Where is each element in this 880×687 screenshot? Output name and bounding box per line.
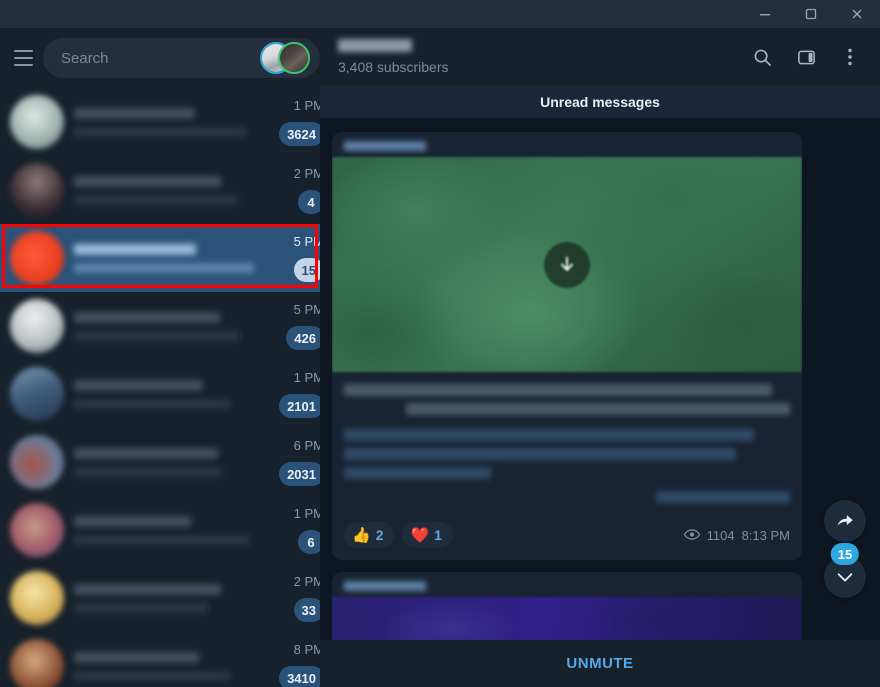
unread-badge: 3410 — [279, 666, 320, 687]
search-box[interactable] — [43, 38, 320, 78]
avatar — [10, 163, 64, 217]
avatar — [10, 95, 64, 149]
message-author — [332, 132, 802, 157]
avatar — [10, 639, 64, 687]
unread-badge: 6 — [298, 530, 320, 554]
story-avatar-2[interactable] — [278, 42, 310, 74]
avatar — [10, 231, 64, 285]
reaction-count: 1 — [434, 527, 442, 543]
chat-time: 6 PM — [293, 438, 320, 453]
chat-time: 1 PM — [293, 98, 320, 113]
unread-messages-divider: Unread messages — [320, 86, 880, 118]
chat-time: 5 PM — [293, 302, 320, 317]
toggle-panel-icon[interactable] — [786, 37, 826, 77]
message-footer: 👍 2 ❤️ 1 1104 8:13 PM — [332, 516, 802, 560]
message-author — [332, 572, 802, 597]
chat-list-item[interactable]: 5 PM 426 — [0, 292, 320, 360]
reaction-heart[interactable]: ❤️ 1 — [402, 522, 453, 548]
unread-badge: 4 — [298, 190, 320, 214]
chat-time: 2 PM — [293, 166, 320, 181]
chat-list-item-selected[interactable]: 5 PM 15 — [0, 224, 320, 292]
chat-time: 8 PM — [293, 642, 320, 657]
chat-list-item[interactable]: 2 PM 33 — [0, 564, 320, 632]
hamburger-menu-icon[interactable] — [14, 41, 33, 75]
avatar — [10, 299, 64, 353]
message-meta: 1104 8:13 PM — [683, 527, 790, 543]
forward-button[interactable] — [824, 500, 866, 542]
chat-list-item[interactable]: 1 PM 2101 — [0, 360, 320, 428]
message-photo[interactable] — [332, 597, 802, 640]
message-time: 8:13 PM — [741, 527, 790, 543]
stories-avatars[interactable] — [260, 41, 314, 75]
message-list[interactable]: 👍 2 ❤️ 1 1104 8:13 PM 15 — [320, 118, 880, 640]
chat-time: 1 PM — [293, 506, 320, 521]
message-bubble[interactable]: 👍 2 ❤️ 1 1104 8:13 PM — [332, 132, 802, 560]
close-button[interactable] — [834, 0, 880, 28]
chat-header: 3,408 subscribers — [320, 28, 880, 86]
chat-list-item[interactable]: 1 PM 6 — [0, 496, 320, 564]
title-bar — [0, 0, 880, 28]
maximize-button[interactable] — [788, 0, 834, 28]
unread-badge: 2031 — [279, 462, 320, 486]
main-body: 1 PM 3624 2 PM 4 — [0, 28, 880, 687]
eye-icon — [683, 528, 700, 543]
message-bubble[interactable] — [332, 572, 802, 640]
message-text — [332, 372, 802, 516]
message-photo[interactable] — [332, 157, 802, 372]
unmute-button[interactable]: UNMUTE — [320, 640, 880, 687]
minimize-button[interactable] — [742, 0, 788, 28]
chat-panel: 3,408 subscribers Unread messages 👍 2 ❤️… — [320, 28, 880, 687]
chat-list-item[interactable]: 2 PM 4 — [0, 156, 320, 224]
telegram-window: 1 PM 3624 2 PM 4 — [0, 0, 880, 687]
channel-title — [338, 39, 412, 52]
avatar — [10, 435, 64, 489]
avatar — [10, 367, 64, 421]
chat-list-item[interactable]: 6 PM 2031 — [0, 428, 320, 496]
unread-badge: 426 — [286, 326, 320, 350]
floating-actions: 15 — [824, 500, 866, 598]
view-count: 1104 — [706, 527, 735, 543]
chat-list-item[interactable]: 8 PM 3410 — [0, 632, 320, 687]
search-icon[interactable] — [742, 37, 782, 77]
reaction-thumbsup[interactable]: 👍 2 — [344, 522, 395, 548]
reaction-count: 2 — [375, 527, 384, 543]
unread-badge: 15 — [293, 258, 320, 282]
search-input[interactable] — [61, 49, 260, 67]
chat-time: 1 PM — [293, 370, 320, 385]
chat-list-sidebar: 1 PM 3624 2 PM 4 — [0, 28, 320, 687]
unread-badge: 3624 — [279, 122, 320, 146]
scroll-to-bottom-button[interactable]: 15 — [824, 543, 866, 598]
unread-count-badge: 15 — [830, 543, 860, 565]
avatar — [10, 503, 64, 557]
chat-time: 5 PM — [293, 234, 320, 249]
avatar — [10, 571, 64, 625]
unread-badge: 2101 — [279, 394, 320, 418]
subscriber-count: 3,408 subscribers — [338, 59, 449, 75]
chat-list[interactable]: 1 PM 3624 2 PM 4 5 PM 15 5 PM 426 1 PM 2… — [0, 88, 320, 687]
chat-list-item[interactable]: 1 PM 3624 — [0, 88, 320, 156]
unread-badge: 33 — [293, 598, 320, 622]
chat-time: 2 PM — [293, 574, 320, 589]
thumbsup-icon: 👍 — [352, 527, 371, 544]
sidebar-toolbar — [0, 28, 320, 88]
more-options-icon[interactable] — [830, 37, 870, 77]
download-icon[interactable] — [544, 241, 590, 288]
heart-icon: ❤️ — [410, 527, 430, 544]
